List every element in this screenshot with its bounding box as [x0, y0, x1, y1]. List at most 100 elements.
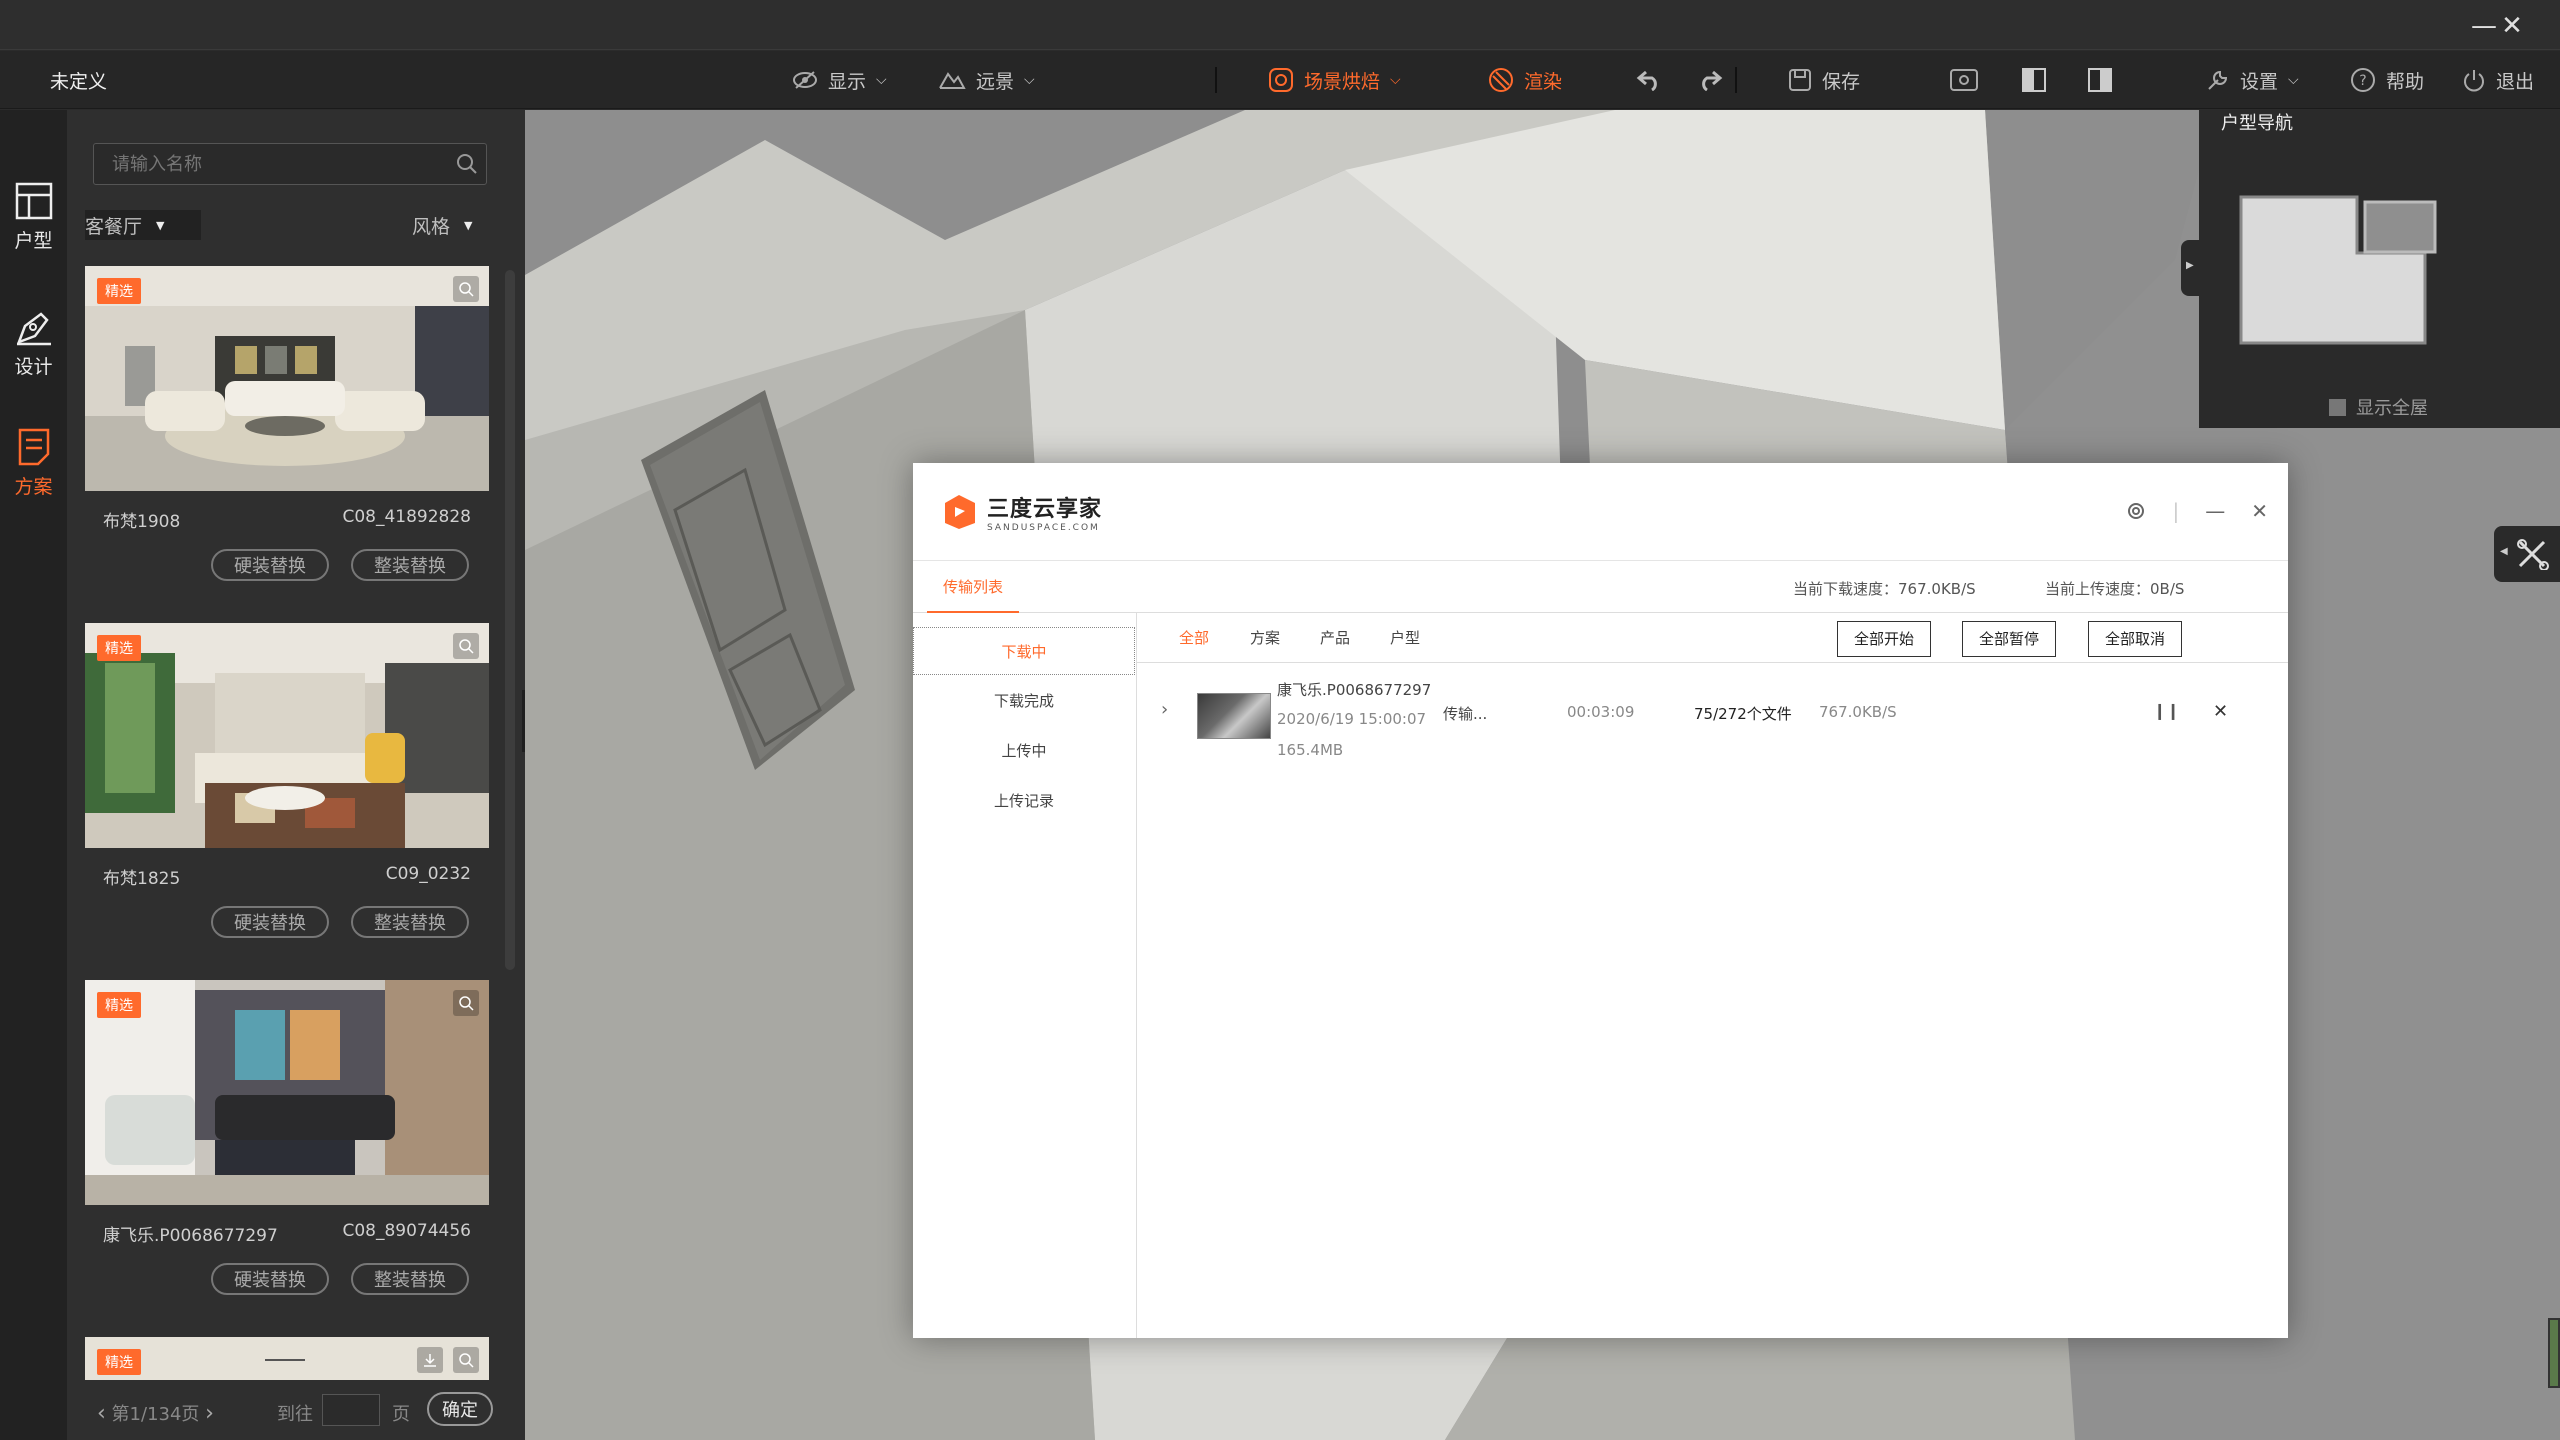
- pause-all-button[interactable]: 全部暂停: [1962, 621, 2057, 657]
- cancel-all-button[interactable]: 全部取消: [2088, 621, 2183, 657]
- tab-transfer-list[interactable]: 传输列表: [927, 561, 1020, 613]
- style-filter-dropdown[interactable]: 风格 ▼: [412, 210, 472, 240]
- expand-navigator-handle[interactable]: ▶: [2181, 240, 2199, 296]
- search-icon: [459, 282, 474, 297]
- hard-replace-button[interactable]: 硬装替换: [211, 906, 329, 938]
- search-icon[interactable]: [456, 153, 478, 175]
- plan-thumbnail[interactable]: 精选: [85, 266, 489, 491]
- floorplan-map[interactable]: [2239, 195, 2489, 345]
- side-upload-history[interactable]: 上传记录: [913, 777, 1135, 825]
- wrench-icon: [2208, 70, 2228, 90]
- living-room-image: [85, 623, 489, 848]
- redo-button[interactable]: [1697, 51, 1733, 109]
- task-size: 165.4MB: [1277, 741, 1344, 759]
- start-all-button[interactable]: 全部开始: [1837, 621, 1932, 657]
- light-fixture: [265, 1359, 305, 1361]
- filter-product[interactable]: 产品: [1320, 613, 1350, 663]
- view-toggle-button[interactable]: [1950, 51, 1988, 109]
- expand-row-icon[interactable]: ›: [1161, 699, 1168, 720]
- filter-floorplan[interactable]: 户型: [1390, 613, 1420, 663]
- plan-thumbnail[interactable]: 精选: [85, 1337, 489, 1380]
- download-button[interactable]: [417, 1347, 443, 1373]
- chevron-down-icon: ⌵: [876, 72, 887, 88]
- page-unit-label: 页: [392, 1404, 410, 1425]
- filter-all[interactable]: 全部: [1179, 613, 1209, 663]
- divider: |: [2172, 499, 2180, 523]
- render-button[interactable]: 渲染: [1488, 51, 1562, 109]
- featured-badge: 精选: [97, 635, 141, 661]
- distant-view-menu[interactable]: 远景 ⌵: [938, 51, 1035, 109]
- help-button[interactable]: ? 帮助: [2350, 51, 2424, 109]
- featured-badge: 精选: [97, 992, 141, 1018]
- close-window-button[interactable]: ✕: [2494, 8, 2530, 44]
- plan-card[interactable]: 精选 布梵1825 C09_0232 硬装替换 整装替换: [85, 623, 489, 938]
- plan-thumbnail[interactable]: 精选: [85, 980, 489, 1205]
- page-label: 第1/134页: [111, 1404, 200, 1425]
- side-downloaded[interactable]: 下载完成: [913, 677, 1135, 725]
- settings-menu[interactable]: 设置 ⌵: [2206, 51, 2299, 109]
- help-label: 帮助: [2386, 70, 2425, 93]
- show-whole-house-checkbox[interactable]: 显示全屋: [2329, 394, 2428, 420]
- exit-label: 退出: [2496, 70, 2535, 93]
- search-icon: [459, 996, 474, 1011]
- nav-plan[interactable]: 方案: [0, 428, 67, 499]
- camera-icon: [1269, 68, 1293, 92]
- side-downloading[interactable]: 下载中: [913, 627, 1135, 675]
- pause-task-icon[interactable]: ❙❙: [2153, 701, 2180, 720]
- nav-design[interactable]: 设计: [0, 310, 67, 379]
- settings-gear-icon[interactable]: [2126, 501, 2146, 521]
- room-filter-dropdown[interactable]: 客餐厅 ▼: [85, 210, 201, 240]
- page-number-input[interactable]: [322, 1394, 380, 1426]
- plan-card[interactable]: 精选 布梵1908 C08_41892828 硬装替换 整装替换: [85, 266, 489, 581]
- zoom-button[interactable]: [453, 276, 479, 302]
- main-toolbar: 未定义 显示 ⌵ 远景 ⌵ 场景烘焙 ⌵ 渲染 保存 设置 ⌵ ? 帮助 退出: [0, 51, 2560, 109]
- undo-button[interactable]: [1636, 51, 1672, 109]
- download-speed: 当前下载速度：767.0KB/S: [1793, 580, 1976, 598]
- side-uploading[interactable]: 上传中: [913, 727, 1135, 775]
- minimize-dialog-icon[interactable]: —: [2205, 499, 2225, 523]
- confirm-page-button[interactable]: 确定: [427, 1392, 493, 1426]
- pagination: ‹ 第1/134页 › 到往 页 确定: [67, 1380, 525, 1440]
- full-replace-button[interactable]: 整装替换: [351, 906, 469, 938]
- zoom-button[interactable]: [453, 633, 479, 659]
- transfer-row: › 康飞乐.P0068677297 2020/6/19 15:00:07 165…: [1137, 663, 2288, 773]
- cancel-task-icon[interactable]: ✕: [2213, 701, 2228, 722]
- nav-floorplan[interactable]: 户型: [0, 182, 67, 253]
- search-icon: [459, 639, 474, 654]
- chevron-down-icon: ⌵: [1024, 72, 1035, 88]
- display-menu[interactable]: 显示 ⌵: [792, 51, 887, 109]
- exit-button[interactable]: 退出: [2462, 51, 2534, 109]
- toolbar-divider: [1215, 67, 1217, 93]
- full-replace-button[interactable]: 整装替换: [351, 549, 469, 581]
- zoom-button[interactable]: [453, 990, 479, 1016]
- svg-text:?: ?: [2359, 73, 2366, 89]
- plan-card[interactable]: 精选 康飞乐.P0068677297 C08_89074456 硬装替换 整装替…: [85, 980, 489, 1295]
- left-nav: 户型 设计 方案: [0, 110, 67, 1440]
- hard-replace-button[interactable]: 硬装替换: [211, 549, 329, 581]
- next-page-icon[interactable]: ›: [205, 1401, 214, 1426]
- save-button[interactable]: 保存: [1788, 51, 1860, 109]
- settings-label: 设置: [2240, 70, 2279, 93]
- title-bar: — ✕: [0, 0, 2560, 50]
- plan-card[interactable]: 精选: [85, 1337, 489, 1380]
- navigator-title: 户型导航: [2221, 113, 2293, 134]
- caret-down-icon: ▼: [156, 218, 165, 232]
- layout-right-button[interactable]: [2088, 51, 2122, 109]
- filter-plan[interactable]: 方案: [1250, 613, 1280, 663]
- plan-panel: 客餐厅 ▼ 风格 ▼ 精选: [67, 110, 525, 1440]
- zoom-button[interactable]: [453, 1347, 479, 1373]
- full-replace-button[interactable]: 整装替换: [351, 1263, 469, 1295]
- transfer-filters: 全部 方案 产品 户型 全部开始 全部暂停 全部取消: [1137, 613, 2288, 663]
- close-dialog-icon[interactable]: ✕: [2251, 499, 2268, 523]
- panel-scrollbar[interactable]: [505, 270, 515, 970]
- layout-left-button[interactable]: [2022, 51, 2056, 109]
- scene-bake-menu[interactable]: 场景烘焙 ⌵: [1268, 51, 1401, 109]
- hard-replace-button[interactable]: 硬装替换: [211, 1263, 329, 1295]
- room-filter-label: 客餐厅: [85, 215, 143, 238]
- caret-down-icon: ▼: [464, 218, 473, 232]
- search-input[interactable]: [94, 144, 434, 184]
- plan-thumbnail[interactable]: 精选: [85, 623, 489, 848]
- tools-button[interactable]: ◀: [2494, 526, 2560, 582]
- prev-page-icon[interactable]: ‹: [97, 1401, 106, 1426]
- show-whole-house-label: 显示全屋: [2356, 398, 2428, 419]
